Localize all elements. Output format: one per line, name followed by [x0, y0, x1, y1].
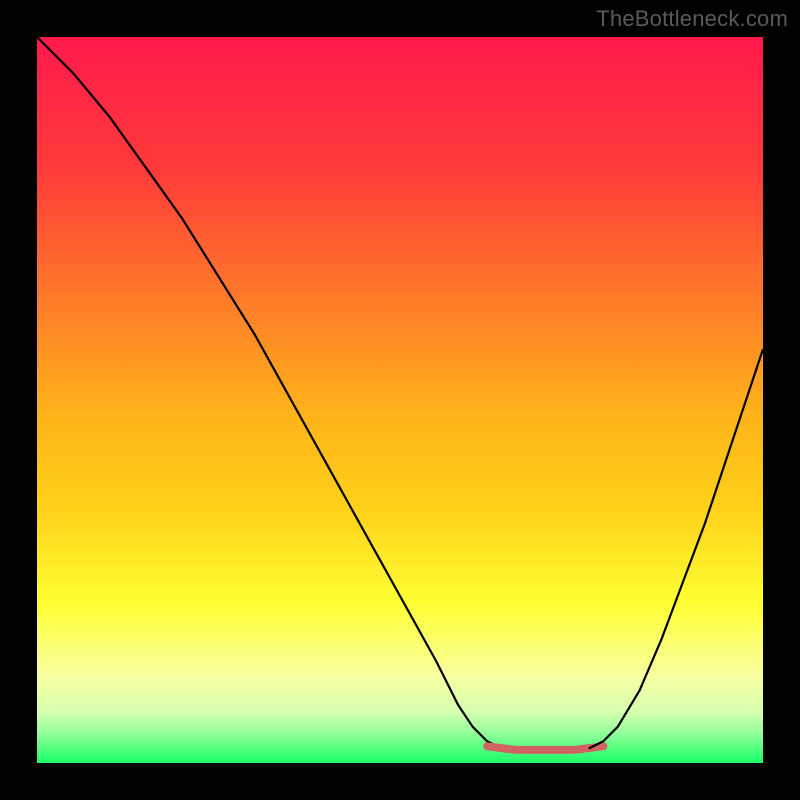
watermark-text: TheBottleneck.com	[596, 6, 788, 32]
chart-svg	[37, 37, 763, 763]
chart-frame: TheBottleneck.com	[0, 0, 800, 800]
plot-area	[37, 37, 763, 763]
series-flat-segment	[487, 746, 603, 750]
